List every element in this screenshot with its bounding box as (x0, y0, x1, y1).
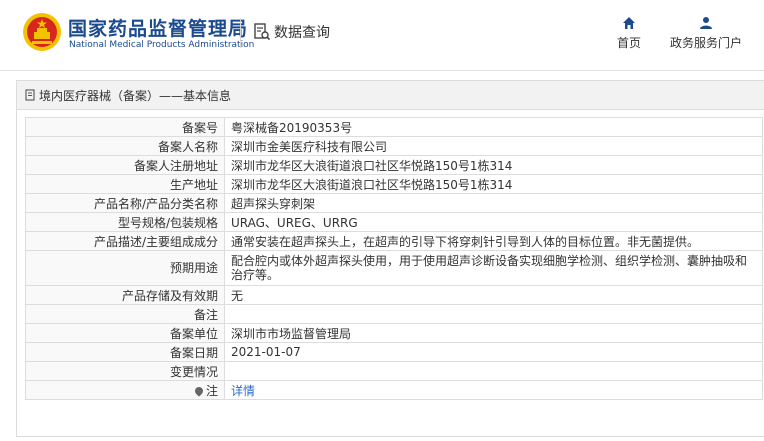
data-query-label: 数据查询 (274, 25, 330, 41)
field-value: 深圳市龙华区大浪街道浪口社区华悦路150号1栋314 (224, 155, 763, 175)
document-search-icon (254, 23, 270, 41)
field-label: 产品存储及有效期 (25, 285, 225, 305)
home-icon (623, 17, 635, 29)
field-label: 备案单位 (25, 323, 225, 343)
field-value: 通常安装在超声探头上，在超声的引导下将穿刺针引导到人体的目标位置。非无菌提供。 (224, 231, 763, 251)
field-value: 无 (224, 285, 763, 305)
table-row: 产品描述/主要组成成分 通常安装在超声探头上，在超声的引导下将穿刺针引导到人体的目… (25, 231, 763, 251)
field-value (224, 304, 763, 324)
field-label: 变更情况 (25, 361, 225, 381)
panel-title: 境内医疗器械（备案）——基本信息 (39, 88, 232, 103)
record-table: 备案号 粤深械备20190353号 备案人名称 深圳市金美医疗科技有限公司 备案人注册地… (25, 117, 763, 400)
table-row: 预期用途 配合腔内或体外超声探头使用，用于使用超声诊断设备实现细胞学检测、组织学检… (25, 250, 763, 286)
nav-services-label: 政务服务门户 (669, 36, 742, 50)
field-label: 备案号 (25, 117, 225, 137)
table-row: 生产地址 深圳市龙华区大浪街道浪口社区华悦路150号1栋314 (25, 174, 763, 194)
table-row: 备案人注册地址 深圳市龙华区大浪街道浪口社区华悦路150号1栋314 (25, 155, 763, 175)
field-label: 产品名称/产品分类名称 (25, 193, 225, 213)
field-label: 注 (25, 380, 225, 400)
table-row: 备案号 粤深械备20190353号 (25, 117, 763, 137)
table-row: 备案单位 深圳市市场监督管理局 (25, 323, 763, 343)
field-value: 粤深械备20190353号 (224, 117, 763, 137)
field-label: 型号规格/包装规格 (25, 212, 225, 232)
table-row: 产品存储及有效期无 (25, 285, 763, 305)
table-row: 变更情况 (25, 361, 763, 381)
field-label: 备注 (25, 304, 225, 324)
site-header: 国家药品监督管理局 National Medical Products Admi… (0, 0, 764, 71)
field-value: 超声探头穿刺架 (224, 193, 763, 213)
brand-title[interactable]: 国家药品监督管理局 (68, 14, 248, 41)
field-label: 备案人注册地址 (25, 155, 225, 175)
field-value: 深圳市市场监督管理局 (224, 323, 763, 343)
field-value: 配合腔内或体外超声探头使用，用于使用超声诊断设备实现细胞学检测、组织学检测、囊肿… (224, 250, 763, 286)
detail-link[interactable]: 详情 (231, 384, 255, 398)
field-value: 深圳市金美医疗科技有限公司 (224, 136, 763, 156)
document-icon (25, 89, 35, 101)
field-value: URAG、UREG、URRG (224, 212, 763, 232)
field-value: 深圳市龙华区大浪街道浪口社区华悦路150号1栋314 (224, 174, 763, 194)
table-row: 备案日期 2021-01-07 (25, 342, 763, 362)
field-value: 详情 (224, 380, 763, 400)
field-value: 2021-01-07 (224, 342, 763, 362)
field-label: 备案人名称 (25, 136, 225, 156)
table-row: 注详情 (25, 380, 763, 400)
field-label: 生产地址 (25, 174, 225, 194)
header-divider (240, 18, 241, 48)
field-label: 预期用途 (25, 250, 225, 286)
nav-home-label: 首页 (616, 36, 641, 50)
note-label: 注 (205, 383, 218, 398)
field-label: 备案日期 (25, 342, 225, 362)
user-icon (700, 17, 712, 29)
nav-government-services[interactable]: 政务服务门户 (666, 16, 746, 51)
field-label: 产品描述/主要组成成分 (25, 231, 225, 251)
field-value (224, 361, 763, 381)
table-row: 型号规格/包装规格 URAG、UREG、URRG (25, 212, 763, 232)
national-emblem-icon (23, 13, 61, 51)
pin-icon (193, 385, 205, 397)
table-row: 备注 (25, 304, 763, 324)
data-query-link[interactable]: 数据查询 (254, 22, 330, 42)
brand-subtitle: National Medical Products Administration (69, 40, 255, 50)
table-row: 备案人名称 深圳市金美医疗科技有限公司 (25, 136, 763, 156)
panel-title-bar: 境内医疗器械（备案）——基本信息 (17, 81, 764, 110)
table-row: 产品名称/产品分类名称 超声探头穿刺架 (25, 193, 763, 213)
nav-home[interactable]: 首页 (613, 16, 645, 51)
